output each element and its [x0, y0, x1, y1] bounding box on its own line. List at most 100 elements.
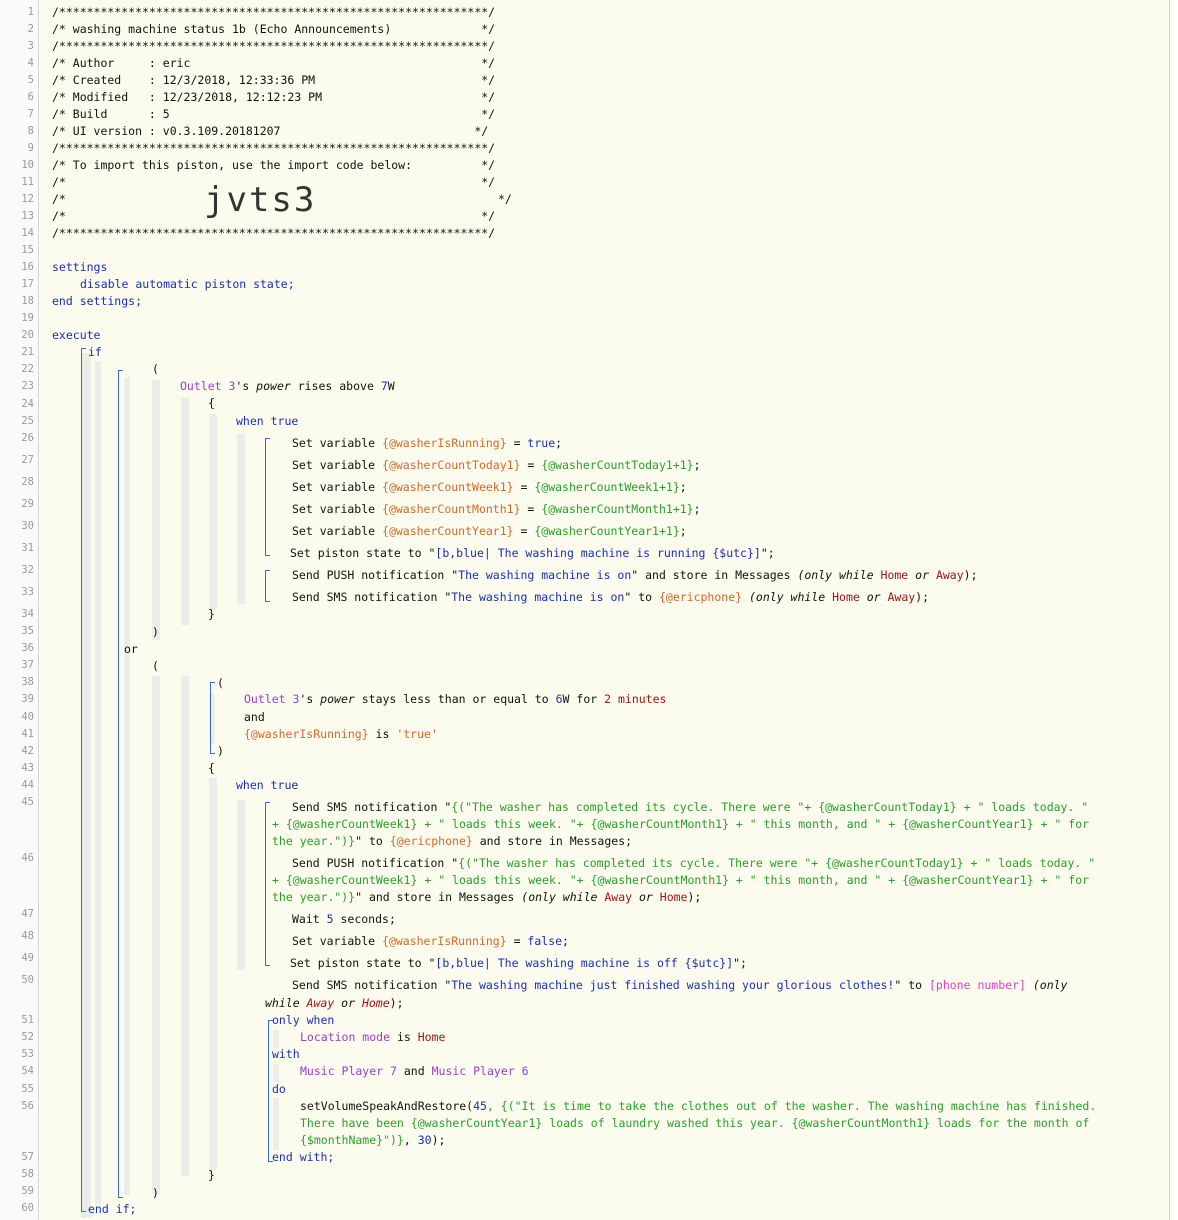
condition-location-mode[interactable]: Location mode is Home	[300, 1029, 445, 1046]
stmt-text: Send SMS notification "	[292, 800, 452, 814]
set-var-week[interactable]: Set variable {@washerCountWeek1} = {@was…	[292, 479, 687, 496]
send-sms-on[interactable]: Send SMS notification "The washing machi…	[292, 589, 929, 606]
speak-delay: 30	[417, 1133, 432, 1147]
condition-guide-1	[152, 380, 160, 640]
duration-unit: minutes	[617, 692, 667, 706]
line-number: 59	[21, 1185, 34, 1197]
condition-rises-above[interactable]: Outlet 3's power rises above 7W	[180, 378, 395, 395]
send-push-cycle[interactable]: Send PUSH notification "{("The washer ha…	[292, 855, 1095, 872]
seconds-text: seconds;	[333, 912, 396, 926]
line-number: 6	[27, 91, 34, 103]
line-number: 56	[21, 1100, 34, 1112]
expr-text: +	[272, 817, 286, 831]
set-var-today[interactable]: Set variable {@washerCountToday1} = {@wa…	[292, 457, 701, 474]
send-sms-cycle-cont: + {@washerCountWeek1} + " loads this wee…	[272, 816, 1089, 833]
unit-w: W	[387, 379, 395, 393]
line-number: 28	[21, 476, 34, 488]
only-while: (only while	[521, 890, 605, 904]
set-var-year[interactable]: Set variable {@washerCountYear1} = {@was…	[292, 523, 687, 540]
mode-away: Away	[306, 996, 335, 1010]
expr-text: the year.")}	[272, 890, 356, 904]
var-month: {@washerCountMonth1}	[590, 873, 729, 887]
close-only: );	[389, 996, 404, 1010]
wait-statement[interactable]: Wait 5 seconds;	[292, 911, 396, 928]
condition-stays-le[interactable]: Outlet 3's power stays less than or equa…	[244, 691, 666, 708]
task-guide-1	[237, 434, 245, 604]
stmt-text: Set variable	[292, 436, 383, 450]
line-number: 41	[21, 728, 34, 740]
send-sms-finished[interactable]: Send SMS notification "The washing machi…	[292, 977, 1067, 994]
var-today: {@washerCountToday1}	[818, 800, 957, 814]
send-sms-cycle[interactable]: Send SMS notification "{("The washer has…	[292, 799, 1088, 816]
line-number: 39	[21, 693, 34, 705]
line-number: 35	[21, 625, 34, 637]
expr-text: +	[272, 873, 286, 887]
set-var-month[interactable]: Set variable {@washerCountMonth1} = {@wa…	[292, 501, 701, 518]
header-ui-version: /* UI version : v0.3.109.20181207 */	[52, 124, 489, 138]
statement-guide-1	[181, 397, 189, 625]
phone-var: {@ericphone}	[658, 590, 743, 604]
do-guide	[273, 1098, 279, 1150]
and-operator[interactable]: and	[244, 709, 265, 726]
stmt-eq: =	[506, 436, 528, 450]
line-number: 50	[21, 974, 34, 986]
header-border: /***************************************…	[52, 39, 496, 53]
line-number: 14	[21, 227, 34, 239]
state-off-text: The washing machine is off {$utc}]	[497, 956, 734, 970]
stmt-eq: =	[520, 458, 542, 472]
line-number: 34	[21, 608, 34, 620]
line-number: 18	[21, 295, 34, 307]
mode-home: Home	[832, 590, 860, 604]
expr-text: , {("It is time to take the clothes out …	[486, 1099, 1097, 1113]
line-number: 44	[21, 779, 34, 791]
speak-statement[interactable]: setVolumeSpeakAndRestore(45, {("It is ti…	[300, 1098, 1096, 1115]
header-blank: /* */	[52, 209, 496, 223]
stmt-text: Wait	[292, 912, 327, 926]
stmt-text: Set variable	[292, 934, 383, 948]
expr-text: + " for	[1033, 817, 1090, 831]
var-month: {@washerCountMonth1}	[590, 817, 729, 831]
line-number: 3	[27, 40, 34, 52]
line-number-gutter: 1 2 3 4 5 6 7 8 9 10 11 12 13 14 15 16 17 18 19 20 21 22 23 24 2…	[0, 0, 39, 1220]
close-brace: }	[208, 607, 215, 621]
set-var-running[interactable]: Set variable {@washerIsRunning} = true;	[292, 435, 562, 452]
var-year: {@washerCountYear1}	[902, 873, 1034, 887]
comma: ,	[403, 1133, 418, 1147]
mode-home: Home	[880, 568, 909, 582]
var-running: {@washerIsRunning}	[244, 727, 369, 741]
when-true-keyword: when true	[236, 778, 299, 792]
open-brace: {	[208, 396, 215, 410]
var-month: {@washerCountMonth1}	[791, 1116, 931, 1130]
group-bracket	[118, 370, 123, 1198]
set-var-running-false[interactable]: Set variable {@washerIsRunning} = false;	[292, 933, 569, 950]
expr-year-inc: {@washerCountYear1+1}	[534, 524, 680, 538]
line-number: 26	[21, 432, 34, 444]
line-number: 31	[21, 542, 34, 554]
settings-keyword: settings	[52, 260, 108, 274]
state-close: ";	[733, 956, 747, 970]
line-number: 58	[21, 1168, 34, 1180]
expr-today-inc: {@washerCountToday1+1}	[541, 458, 694, 472]
send-push-cycle-cont: + {@washerCountWeek1} + " loads this wee…	[272, 872, 1089, 889]
line-number: 20	[21, 329, 34, 341]
possessive: 's	[299, 692, 321, 706]
send-push-on[interactable]: Send PUSH notification "The washing mach…	[292, 567, 978, 584]
set-piston-state-running[interactable]: Set piston state to "[b,blue| The washin…	[290, 545, 775, 562]
line-number: 60	[21, 1202, 34, 1214]
with-devices[interactable]: Music Player 7 and Music Player 6	[300, 1063, 529, 1080]
set-piston-state-off[interactable]: Set piston state to "[b,blue| The washin…	[290, 955, 747, 972]
or-operator[interactable]: or	[124, 641, 138, 658]
expr-text: + " this month, and " +	[729, 817, 903, 831]
expr-text: loads of laundry washed this year.	[542, 1116, 792, 1130]
line-number: 5	[27, 74, 34, 86]
expr-text: + " loads today. "	[963, 856, 1096, 870]
header-code-suffix: */	[498, 192, 512, 206]
condition-is-running[interactable]: {@washerIsRunning} is 'true'	[244, 726, 438, 743]
end-with-keyword: end with;	[272, 1150, 335, 1164]
stmt-text: Set piston state to "	[290, 956, 436, 970]
mode-home: Home	[659, 890, 688, 904]
line-number: 22	[21, 363, 34, 375]
line-number: 48	[21, 930, 34, 942]
stmt-text: Send SMS notification "	[292, 978, 452, 992]
expr-text: {("The washer has completed its cycle. T…	[458, 856, 826, 870]
